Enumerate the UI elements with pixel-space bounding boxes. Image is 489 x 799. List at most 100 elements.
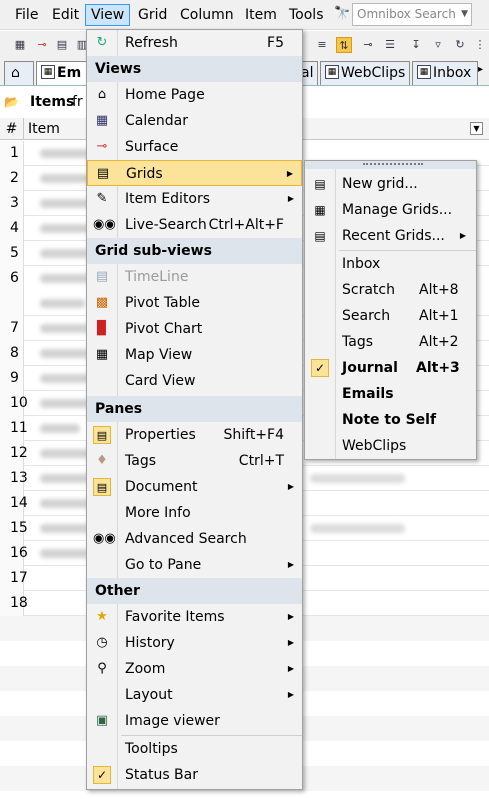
tag-icon: ♦ <box>96 453 108 468</box>
section-header-views: Views <box>87 56 302 82</box>
menu-item-image-viewer[interactable]: ▣ Image viewer <box>87 708 302 734</box>
submenu-grip[interactable] <box>305 161 476 169</box>
tab-webclips[interactable]: ▦ WebClips <box>320 61 410 85</box>
submenu-item-scratch[interactable]: Scratch Alt+8 <box>305 277 476 303</box>
more-icon[interactable]: ⋮ <box>472 37 488 53</box>
menu-item-label: More Info <box>125 505 191 521</box>
menu-item[interactable]: Item <box>240 4 282 26</box>
menu-item-tooltips[interactable]: Tooltips <box>87 736 302 762</box>
menu-item-pivot-chart[interactable]: ▉ Pivot Chart <box>87 316 302 342</box>
submenu-arrow-icon: ▶ <box>287 690 294 699</box>
hierarchy-icon[interactable]: ⊸ <box>34 37 50 53</box>
menu-item-pivot-table[interactable]: ▩ Pivot Table <box>87 290 302 316</box>
row-number: 4 <box>0 216 24 241</box>
menu-item-item-editors[interactable]: ✎ Item Editors ▶ <box>87 186 302 212</box>
menu-item-label: Tooltips <box>125 741 178 757</box>
menu-item-go-to-pane[interactable]: Go to Pane ▶ <box>87 552 302 578</box>
tree-icon[interactable]: ⊸ <box>360 37 376 53</box>
submenu-item-label: Scratch <box>342 282 395 298</box>
tab-home[interactable]: ⌂ <box>4 61 34 85</box>
menu-item-label: Home Page <box>125 87 205 103</box>
menu-item-history[interactable]: ◷ History ▶ <box>87 630 302 656</box>
menu-item-card-view[interactable]: Card View <box>87 368 302 394</box>
folder-icon: 📂 <box>4 95 19 109</box>
menu-item-layout[interactable]: Layout ▶ <box>87 682 302 708</box>
submenu-item-emails[interactable]: Emails <box>305 381 476 407</box>
omnibox-search-input[interactable]: Omnibox Search ▼ <box>352 3 472 26</box>
column-header-item[interactable]: Item <box>28 118 60 140</box>
menu-edit[interactable]: Edit <box>47 4 84 26</box>
menu-item-shortcut: F5 <box>267 35 284 51</box>
menu-item-home-page[interactable]: ⌂ Home Page <box>87 82 302 108</box>
submenu-arrow-icon: ▶ <box>287 612 294 621</box>
submenu-arrow-icon: ▶ <box>287 638 294 647</box>
menu-item-zoom[interactable]: ⚲ Zoom ▶ <box>87 656 302 682</box>
column-header-number[interactable]: # <box>0 118 24 140</box>
menu-tools[interactable]: Tools <box>284 4 329 26</box>
redacted-item-text <box>40 299 85 308</box>
menu-item-tags[interactable]: ♦ Tags Ctrl+T <box>87 448 302 474</box>
home-icon: ⌂ <box>97 87 107 102</box>
menu-item-favorite-items[interactable]: ★ Favorite Items ▶ <box>87 604 302 630</box>
align-icon[interactable]: ≡ <box>314 37 330 53</box>
row-number: 10 <box>0 391 28 416</box>
filter-icon[interactable]: ▿ <box>430 37 446 53</box>
submenu-item-new-grid[interactable]: ▤ New grid... <box>305 171 476 197</box>
map-icon: ▦ <box>95 347 109 362</box>
submenu-item-manage-grids[interactable]: ▦ Manage Grids... <box>305 197 476 223</box>
submenu-item-journal[interactable]: ✓ Journal Alt+3 <box>305 355 476 381</box>
menu-item-calendar[interactable]: ▦ Calendar <box>87 108 302 134</box>
grid-icon[interactable]: ▦ <box>12 37 28 53</box>
tab-emails[interactable]: ▦ Em <box>36 61 88 85</box>
menu-item-label: Status Bar <box>125 767 199 783</box>
new-grid-icon: ▤ <box>314 177 326 191</box>
menu-item-label: Refresh <box>125 35 178 51</box>
view-menu: ↻ Refresh F5 Views ⌂ Home Page ▦ Calenda… <box>86 29 303 790</box>
menu-item-surface[interactable]: ⊸ Surface <box>87 134 302 160</box>
columns-icon[interactable]: ☰ <box>382 37 398 53</box>
submenu-item-search[interactable]: Search Alt+1 <box>305 303 476 329</box>
row-number: 3 <box>0 191 24 216</box>
sort-icon[interactable]: ⇅ <box>336 37 352 53</box>
menu-item-status-bar[interactable]: ✓ Status Bar <box>87 762 302 788</box>
submenu-arrow-icon: ▶ <box>286 169 293 178</box>
submenu-item-shortcut: Alt+1 <box>419 308 459 324</box>
chevron-down-icon[interactable]: ▼ <box>470 122 483 135</box>
menu-item-document[interactable]: ▤ Document ▶ <box>87 474 302 500</box>
menu-item-properties[interactable]: ▤ Properties Shift+F4 <box>87 422 302 448</box>
tab-inbox[interactable]: ▦ Inbox <box>412 61 478 85</box>
menu-item-label: Properties <box>125 427 196 443</box>
menu-item-advanced-search[interactable]: ◉◉ Advanced Search <box>87 526 302 552</box>
submenu-item-recent-grids[interactable]: ▤ Recent Grids... ▶ <box>305 223 476 249</box>
tab-scroll-icon[interactable]: ▸ <box>478 64 483 75</box>
menu-file[interactable]: File <box>10 4 43 26</box>
chevron-down-icon[interactable]: ▼ <box>461 4 468 25</box>
bar-chart-icon: ▉ <box>97 321 107 336</box>
menu-column[interactable]: Column <box>175 4 239 26</box>
document-icon[interactable]: ▤ <box>54 37 70 53</box>
menu-item-grids[interactable]: ▤ Grids ▶ <box>87 160 302 186</box>
menu-item-more-info[interactable]: More Info <box>87 500 302 526</box>
menu-grid[interactable]: Grid <box>133 4 172 26</box>
submenu-item-label: Emails <box>342 386 394 402</box>
menu-item-shortcut: Ctrl+T <box>238 453 284 469</box>
menu-item-live-search[interactable]: ◉◉ Live-Search Ctrl+Alt+F <box>87 212 302 238</box>
menu-item-refresh[interactable]: ↻ Refresh F5 <box>87 30 302 56</box>
menu-item-map-view[interactable]: ▦ Map View <box>87 342 302 368</box>
submenu-item-label: Inbox <box>342 256 381 272</box>
refresh-icon[interactable]: ↻ <box>452 37 468 53</box>
binoculars-icon: ◉◉ <box>93 217 116 232</box>
refresh-icon: ↻ <box>96 35 108 50</box>
menu-item-timeline[interactable]: ▤ TimeLine <box>87 264 302 290</box>
submenu-item-tags[interactable]: Tags Alt+2 <box>305 329 476 355</box>
submenu-item-note-to-self[interactable]: Note to Self <box>305 407 476 433</box>
menu-view[interactable]: View <box>85 4 131 26</box>
binoculars-icon[interactable]: 🔭 <box>334 6 350 21</box>
submenu-arrow-icon: ▶ <box>459 231 466 240</box>
submenu-item-webclips[interactable]: WebClips <box>305 433 476 459</box>
submenu-item-label: Search <box>342 308 391 324</box>
items-sublabel: fr <box>72 94 83 110</box>
submenu-item-inbox[interactable]: Inbox <box>305 251 476 277</box>
tab-label: Inbox <box>433 65 472 81</box>
sort-down-icon[interactable]: ↧ <box>408 37 424 53</box>
